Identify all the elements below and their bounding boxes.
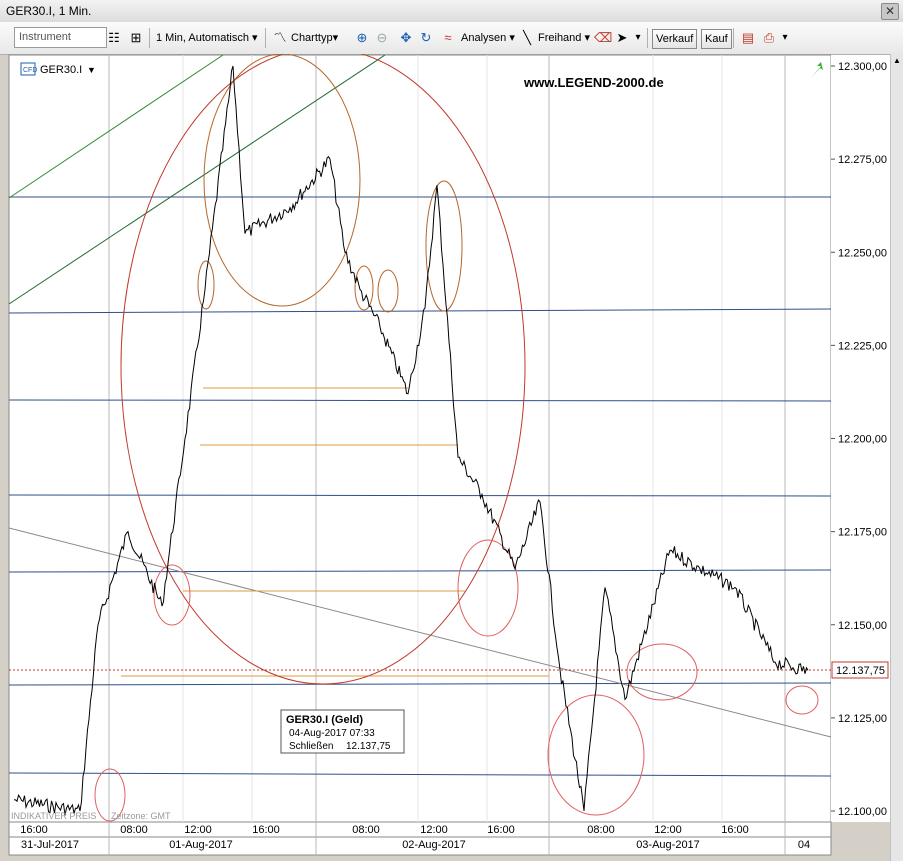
tooltip-title: GER30.I (Geld) bbox=[286, 714, 363, 726]
x-time-tick-label: 08:00 bbox=[587, 824, 615, 836]
chevron-down-icon[interactable]: ▼ bbox=[87, 65, 96, 75]
x-time-tick-label: 12:00 bbox=[654, 824, 682, 836]
chevron-down-icon: ▾ bbox=[584, 32, 591, 44]
y-tick-label: 12.200,00 bbox=[838, 434, 887, 446]
x-time-tick-label: 08:00 bbox=[120, 824, 148, 836]
watermark-text: www.LEGEND-2000.de bbox=[523, 75, 664, 90]
pen-icon[interactable]: ╲ bbox=[519, 30, 535, 46]
zoom-in-icon[interactable]: ⊕ bbox=[354, 30, 370, 46]
symbol-label[interactable]: GER30.I bbox=[40, 64, 82, 76]
analysen-dropdown[interactable]: Analysen ▾ bbox=[461, 29, 515, 47]
window-title: GER30.I, 1 Min. bbox=[6, 4, 92, 18]
tooltip-close-value: 12.137,75 bbox=[346, 741, 391, 752]
price-tooltip: GER30.I (Geld) 04-Aug-2017 07:33 Schließ… bbox=[280, 709, 405, 754]
timezone-label: Zeitzone: GMT bbox=[111, 811, 171, 821]
y-tick-label: 12.175,00 bbox=[838, 527, 887, 539]
x-date-tick-label: 01-Aug-2017 bbox=[169, 839, 233, 851]
indicative-price-label: INDIKATIVER PREIS bbox=[11, 811, 96, 821]
tooltip-datetime: 04-Aug-2017 07:33 bbox=[289, 728, 375, 739]
price-chart[interactable]: 12.300,00 12.275,00 12.250,00 12.225,00 12.2… bbox=[0, 54, 891, 861]
analysen-label: Analysen bbox=[461, 32, 507, 44]
toolbar-separator bbox=[149, 28, 150, 48]
cfd-icon: CFD bbox=[23, 67, 37, 74]
y-tick-label: 12.125,00 bbox=[838, 713, 887, 725]
y-tick-label: 12.150,00 bbox=[838, 620, 887, 632]
interval-dropdown[interactable]: 1 Min, Automatisch ▾ bbox=[156, 29, 258, 47]
interval-label: 1 Min, Automatisch bbox=[156, 32, 249, 44]
y-tick-label: 12.100,00 bbox=[838, 806, 887, 818]
print-icon[interactable]: ⎙ bbox=[761, 30, 777, 46]
toolbar: Instrument ☷ ⊞ 1 Min, Automatisch ▾ 〽 Ch… bbox=[0, 22, 903, 55]
current-price-label: 12.137,75 bbox=[836, 665, 885, 677]
cursor-icon[interactable]: ➤ bbox=[614, 30, 630, 46]
x-time-tick-label: 16:00 bbox=[252, 824, 280, 836]
chart-area[interactable]: 12.300,00 12.275,00 12.250,00 12.225,00 12.2… bbox=[0, 54, 891, 861]
toolbar-separator bbox=[733, 28, 734, 48]
toolbar-separator bbox=[265, 28, 266, 48]
kauf-button[interactable]: Kauf bbox=[701, 29, 732, 49]
y-tick-label: 12.300,00 bbox=[838, 61, 887, 73]
zoom-out-icon[interactable]: ⊖ bbox=[374, 30, 390, 46]
window-titlebar: GER30.I, 1 Min. ✕ bbox=[0, 0, 903, 23]
charttyp-label: Charttyp bbox=[291, 32, 333, 44]
x-time-tick-label: 16:00 bbox=[721, 824, 749, 836]
instrument-tree-icon[interactable]: ⊞ bbox=[128, 30, 144, 46]
x-date-tick-label: 31-Jul-2017 bbox=[21, 839, 79, 851]
instrument-list-icon[interactable]: ☷ bbox=[106, 30, 122, 46]
x-date-tick-label: 03-Aug-2017 bbox=[636, 839, 700, 851]
fit-icon[interactable]: ✥ bbox=[398, 30, 414, 46]
y-tick-label: 12.275,00 bbox=[838, 154, 887, 166]
chevron-down-icon: ▾ bbox=[252, 32, 258, 44]
x-date-tick-label: 02-Aug-2017 bbox=[402, 839, 466, 851]
chevron-down-icon: ▾ bbox=[509, 32, 515, 44]
x-time-tick-label: 16:00 bbox=[487, 824, 515, 836]
toolbar-separator bbox=[647, 28, 648, 48]
x-date-tick-label: 04 bbox=[798, 839, 810, 851]
charttyp-dropdown[interactable]: Charttyp▾ bbox=[291, 29, 338, 47]
freihand-dropdown[interactable]: Freihand ▾ bbox=[538, 29, 590, 47]
line-chart-icon[interactable]: 〽 bbox=[272, 30, 288, 46]
x-time-tick-label: 12:00 bbox=[420, 824, 448, 836]
current-price-tag: 12.137,75 bbox=[831, 661, 889, 679]
x-time-tick-label: 16:00 bbox=[20, 824, 48, 836]
vertical-scrollbar[interactable]: ▲ bbox=[890, 54, 903, 861]
chevron-down-icon: ▾ bbox=[332, 32, 339, 44]
close-button[interactable]: ✕ bbox=[881, 3, 899, 20]
plot-background bbox=[8, 54, 832, 823]
chevron-down-icon[interactable]: ▾ bbox=[630, 30, 646, 46]
freihand-label: Freihand bbox=[538, 32, 582, 44]
refresh-icon[interactable]: ↻ bbox=[418, 30, 434, 46]
scroll-up-icon[interactable]: ▲ bbox=[892, 56, 902, 66]
x-time-tick-label: 12:00 bbox=[184, 824, 212, 836]
chart-settings-icon[interactable]: ▤ bbox=[740, 30, 756, 46]
y-tick-label: 12.250,00 bbox=[838, 247, 887, 259]
chevron-down-icon[interactable]: ▾ bbox=[777, 30, 793, 46]
analysis-icon[interactable]: ≈ bbox=[440, 30, 456, 46]
y-tick-label: 12.225,00 bbox=[838, 340, 887, 352]
x-time-tick-label: 08:00 bbox=[352, 824, 380, 836]
instrument-input[interactable]: Instrument bbox=[14, 27, 107, 48]
eraser-icon[interactable]: ⌫ bbox=[594, 30, 612, 46]
verkauf-button[interactable]: Verkauf bbox=[652, 29, 698, 49]
tooltip-close-label: Schließen bbox=[289, 741, 333, 752]
